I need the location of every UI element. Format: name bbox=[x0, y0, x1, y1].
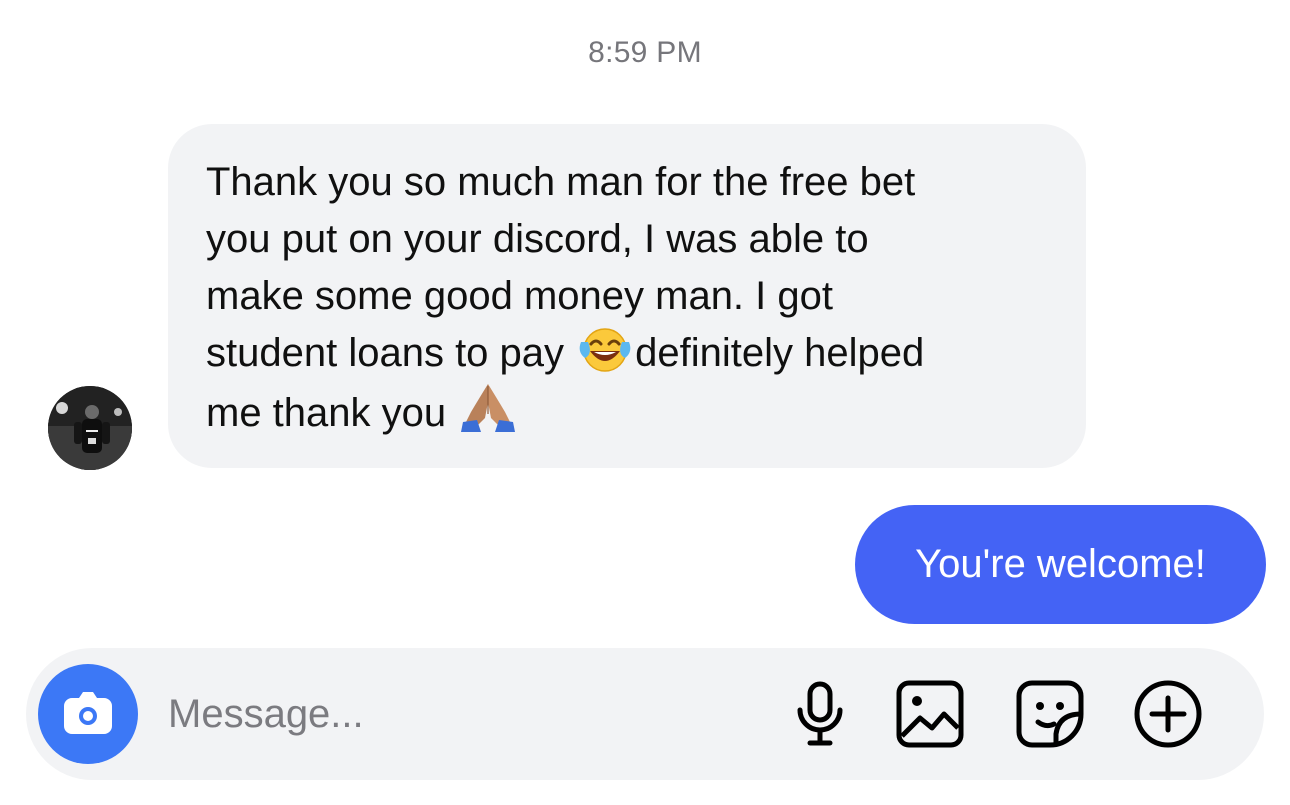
laughing-emoji-icon bbox=[577, 326, 633, 390]
camera-icon bbox=[64, 692, 112, 734]
microphone-icon bbox=[797, 681, 843, 746]
message-line-with-emoji: student loans to pay definitely helped bbox=[206, 325, 1056, 382]
add-icon bbox=[1134, 680, 1202, 748]
gallery-button[interactable] bbox=[894, 678, 966, 750]
incoming-message-bubble[interactable]: Thank you so much man for the free bet y… bbox=[168, 124, 1086, 468]
message-line: make some good money man. I got bbox=[206, 274, 833, 318]
camera-button[interactable] bbox=[38, 664, 138, 764]
message-text: me thank you bbox=[206, 391, 458, 435]
outgoing-message-bubble[interactable]: You're welcome! bbox=[855, 505, 1266, 624]
message-line: Thank you so much man for the free bet bbox=[206, 160, 916, 204]
microphone-button[interactable] bbox=[784, 678, 856, 750]
message-line: you put on your discord, I was able to bbox=[206, 217, 869, 261]
message-timestamp: 8:59 PM bbox=[588, 36, 702, 69]
add-button[interactable] bbox=[1132, 678, 1204, 750]
sticker-button[interactable] bbox=[1014, 678, 1086, 750]
message-input[interactable] bbox=[168, 684, 728, 744]
gallery-icon bbox=[896, 680, 964, 748]
avatar-photo bbox=[48, 386, 132, 470]
message-composer bbox=[26, 648, 1264, 780]
sender-avatar[interactable] bbox=[48, 386, 132, 470]
message-line-with-emoji: me thank you bbox=[206, 382, 1056, 439]
folded-hands-emoji-icon bbox=[459, 382, 517, 450]
message-text: student loans to pay bbox=[206, 331, 576, 375]
message-text: definitely helped bbox=[635, 331, 925, 375]
sticker-icon bbox=[1016, 680, 1084, 748]
